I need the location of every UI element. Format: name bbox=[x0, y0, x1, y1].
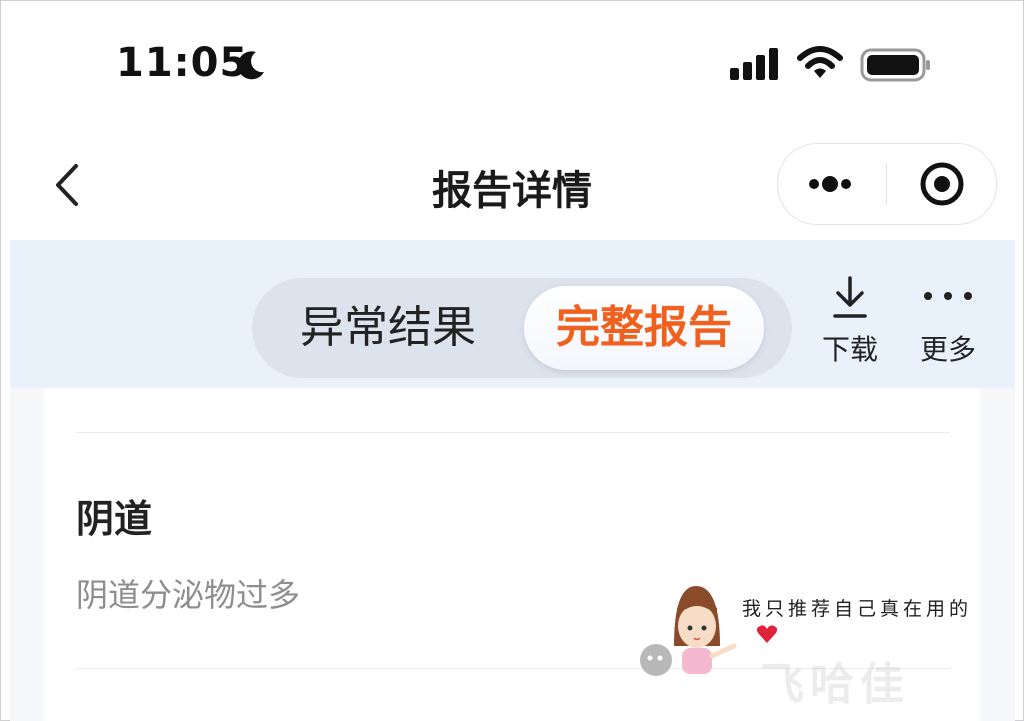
tab-full-report[interactable]: 完整报告 bbox=[524, 286, 764, 370]
status-time: 11:05 bbox=[116, 40, 249, 86]
more-horizontal-icon bbox=[924, 292, 972, 300]
watermark-text: 我只推荐自己真在用的 bbox=[742, 598, 973, 620]
capsule-divider bbox=[886, 164, 887, 204]
download-label: 下载 bbox=[821, 333, 878, 366]
signal-icon bbox=[730, 48, 778, 80]
download-icon bbox=[833, 276, 867, 318]
moon-icon bbox=[237, 51, 264, 80]
report-segmented-control: 异常结果 完整报告 bbox=[252, 278, 792, 378]
tab-abnormal-results[interactable]: 异常结果 bbox=[252, 278, 524, 378]
cartoon-girl-icon bbox=[640, 586, 737, 676]
download-button[interactable]: 下载 bbox=[812, 276, 888, 368]
mini-program-capsule bbox=[777, 143, 997, 225]
wifi-icon bbox=[797, 46, 843, 78]
divider-top bbox=[76, 432, 950, 433]
watermark-logo: 飞哈佳 bbox=[760, 659, 910, 710]
more-label: 更多 bbox=[919, 333, 976, 366]
more-dots-icon[interactable] bbox=[778, 144, 886, 224]
heart-icon bbox=[756, 625, 778, 643]
more-button[interactable]: 更多 bbox=[910, 276, 986, 368]
close-target-icon[interactable] bbox=[888, 144, 996, 224]
battery-icon bbox=[860, 48, 930, 82]
report-item-description: 阴道分泌物过多 bbox=[76, 576, 301, 614]
report-item-title: 阴道 bbox=[76, 497, 153, 541]
